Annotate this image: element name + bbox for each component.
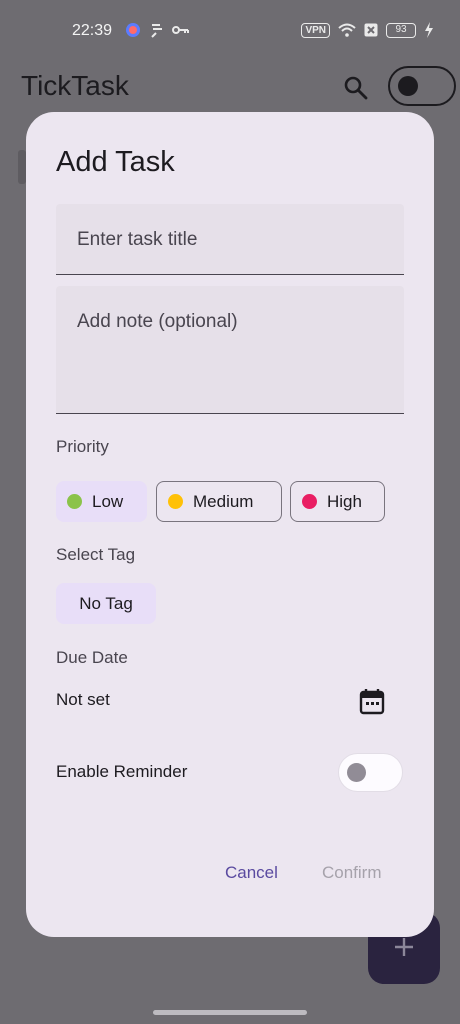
vpn-badge: VPN <box>301 22 330 38</box>
reminder-switch[interactable] <box>338 753 403 792</box>
task-note-input[interactable]: Add note (optional) <box>56 286 404 414</box>
priority-dot-low <box>67 494 82 509</box>
task-title-placeholder: Enter task title <box>77 229 198 250</box>
screen: 22:39 VPN 93 TickTask Add Task Enter tas… <box>0 0 460 1024</box>
background-list-item <box>18 150 26 184</box>
priority-chip-label: Medium <box>193 491 254 511</box>
status-system-icons: VPN 93 <box>301 22 434 38</box>
tag-label: Select Tag <box>56 545 136 564</box>
priority-chip-medium[interactable]: Medium <box>156 481 282 522</box>
key-icon <box>172 26 189 34</box>
calendar-icon[interactable] <box>359 687 385 715</box>
charging-icon <box>425 22 433 38</box>
confirm-button[interactable]: Confirm <box>322 863 382 883</box>
due-date-label: Due Date <box>56 648 128 667</box>
reminder-label: Enable Reminder <box>56 762 188 781</box>
priority-chip-label: High <box>327 491 362 511</box>
app-bar: TickTask <box>0 62 460 118</box>
battery-indicator: 93 <box>386 22 416 38</box>
priority-chip-label: Low <box>92 491 124 511</box>
priority-dot-high <box>302 494 317 509</box>
status-time: 22:39 <box>72 22 113 39</box>
dialog-title: Add Task <box>56 146 175 178</box>
status-bar: 22:39 VPN 93 <box>0 0 460 62</box>
due-date-value: Not set <box>56 690 110 709</box>
task-note-placeholder: Add note (optional) <box>77 311 238 332</box>
status-notification-icons <box>124 21 190 39</box>
search-icon[interactable] <box>342 74 370 102</box>
toggle-knob <box>398 76 418 96</box>
wifi-icon <box>338 23 356 37</box>
priority-chip-high[interactable]: High <box>290 481 385 522</box>
priority-chip-low[interactable]: Low <box>56 481 147 522</box>
task-title-input[interactable]: Enter task title <box>56 204 404 275</box>
priority-dot-medium <box>168 494 183 509</box>
add-icon <box>395 938 413 956</box>
tag-chip-no-tag[interactable]: No Tag <box>56 583 156 624</box>
priority-label: Priority <box>56 437 109 456</box>
theme-toggle-switch[interactable] <box>388 66 456 106</box>
add-task-dialog: Add Task Enter task title Add note (opti… <box>26 112 434 937</box>
no-sim-icon <box>364 23 378 37</box>
app-title: TickTask <box>21 70 129 101</box>
gesture-navigation-bar[interactable] <box>153 1010 307 1015</box>
reminder-switch-knob <box>347 763 366 782</box>
cancel-button[interactable]: Cancel <box>225 863 278 883</box>
signal-bolt-icon <box>151 24 162 38</box>
app-notification-icon <box>126 23 140 37</box>
